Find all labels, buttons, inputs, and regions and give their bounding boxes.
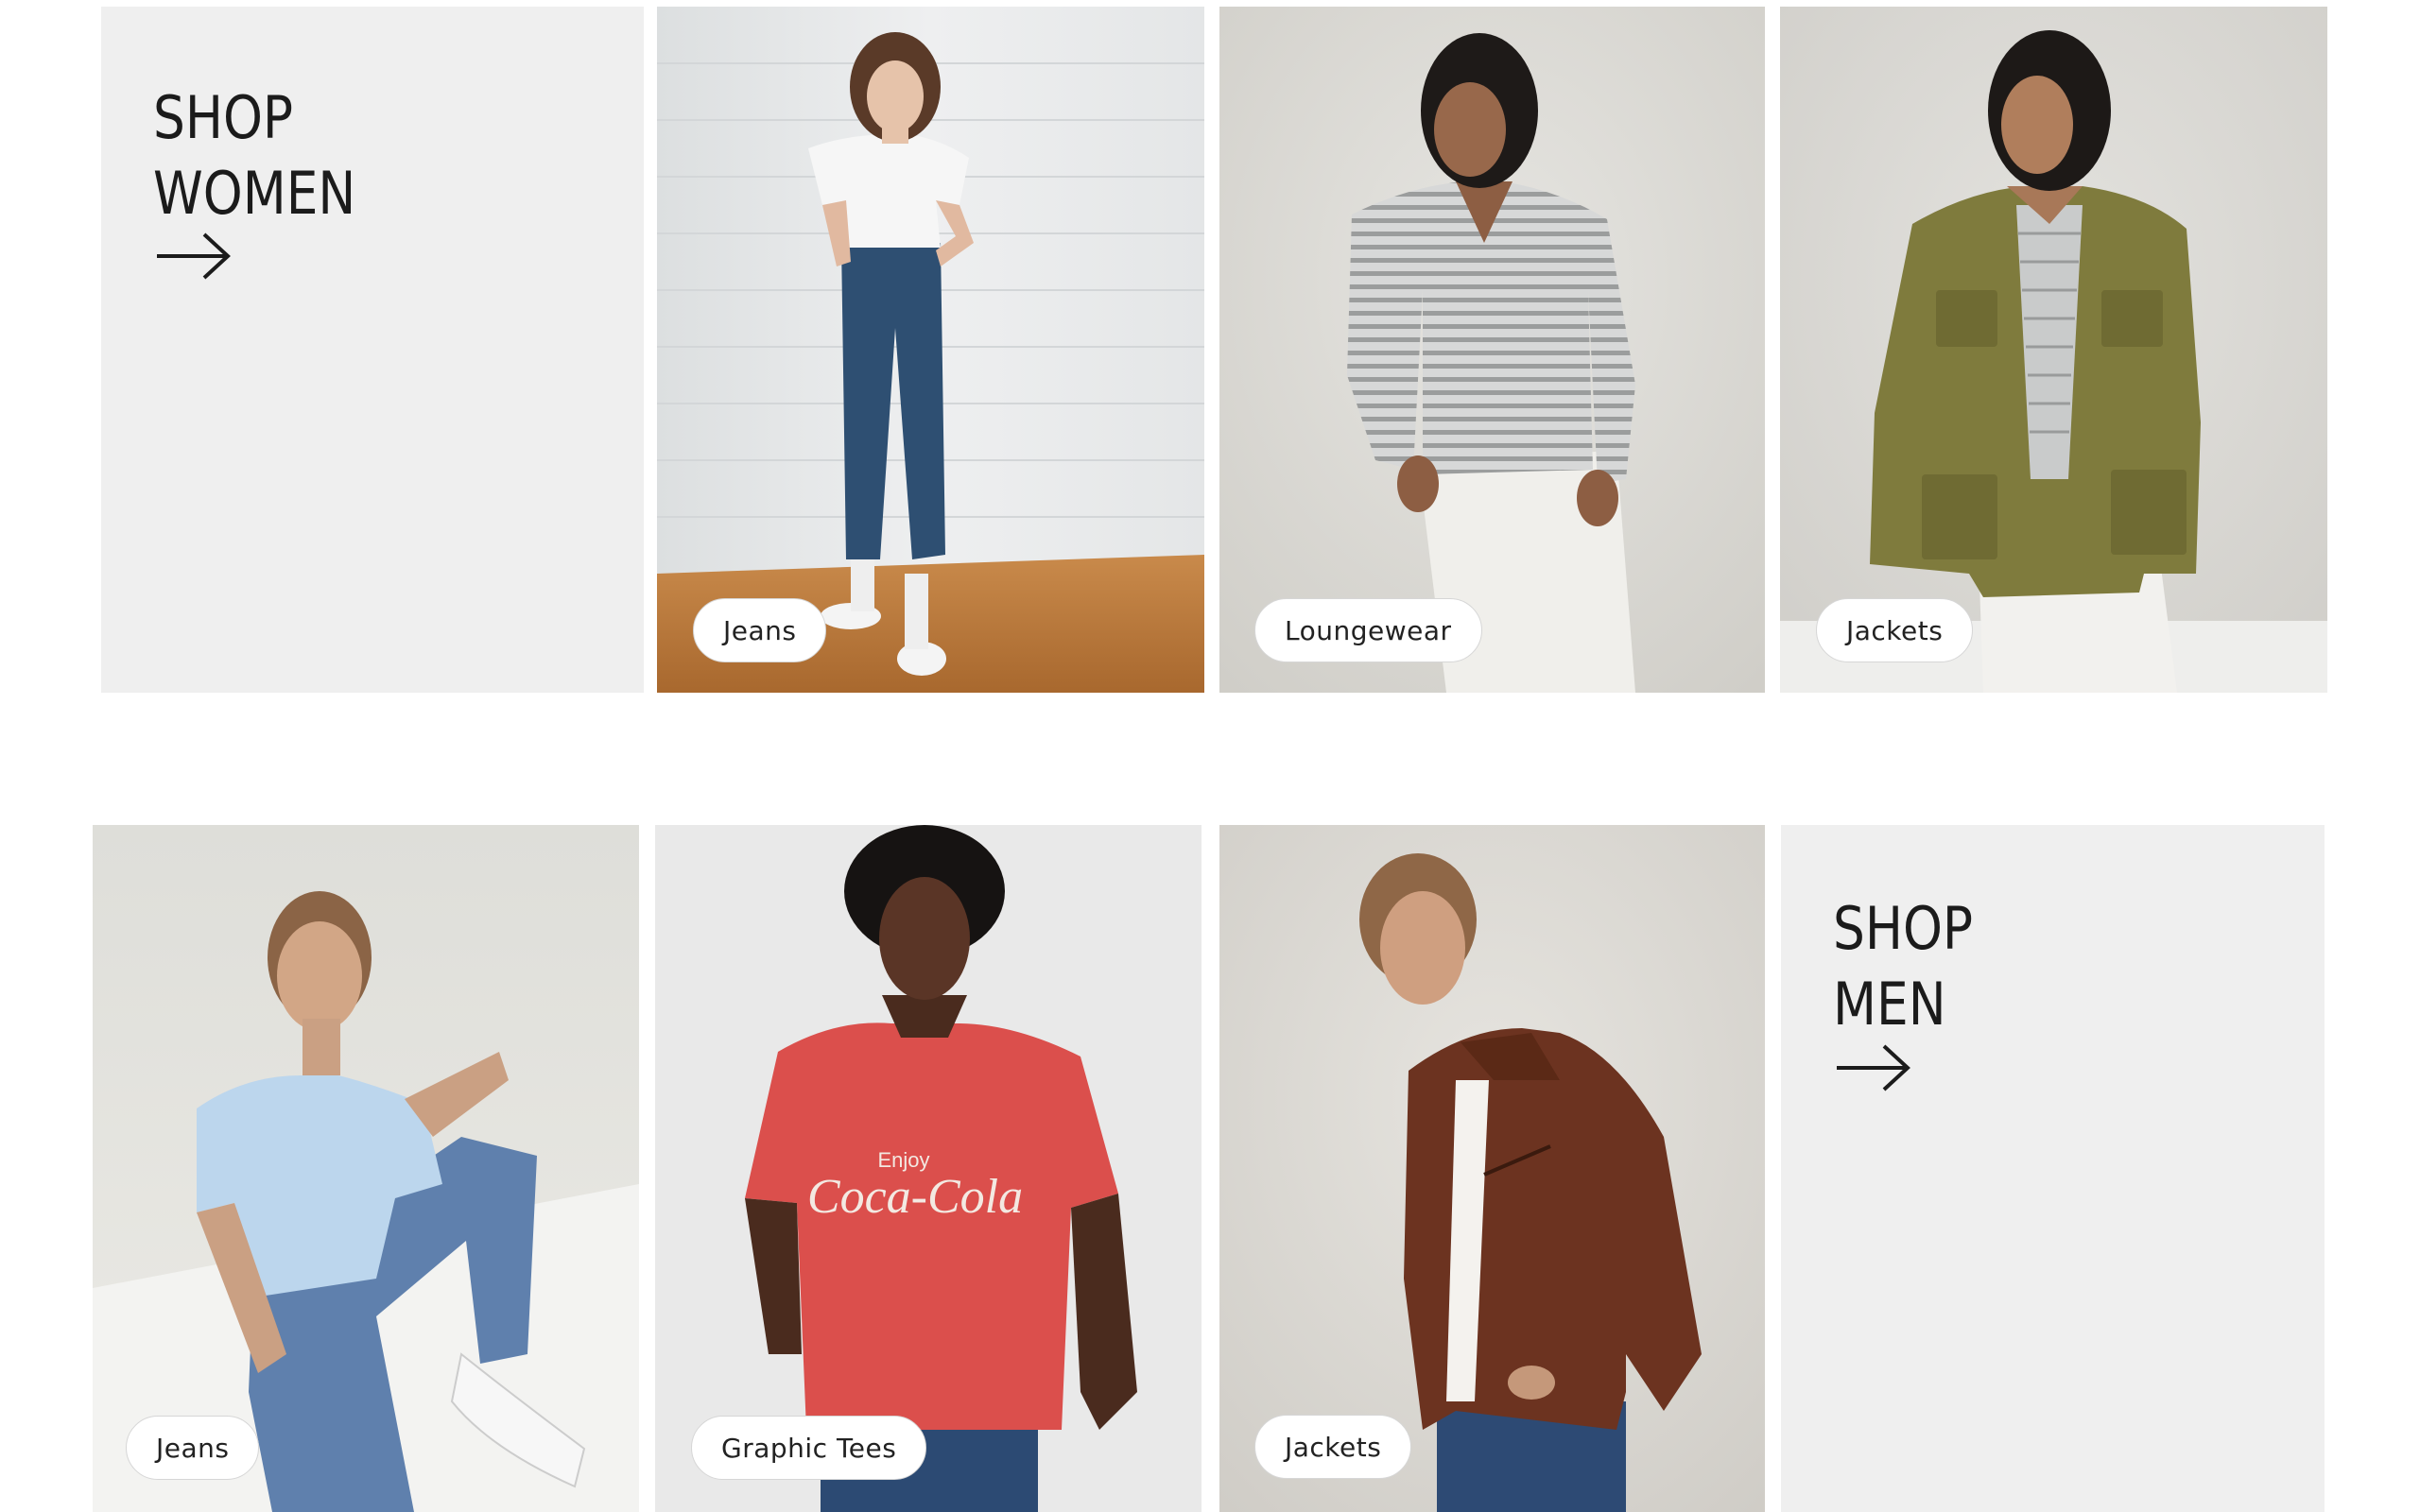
tee-print-enjoy: Enjoy [877,1148,929,1172]
category-pill-men-jackets[interactable]: Jackets [1254,1415,1412,1479]
category-tile-men-graphic-tees[interactable]: Enjoy Coca-Cola Graphic Tees [655,825,1201,1512]
category-pill-women-jeans[interactable]: Jeans [693,598,827,662]
shop-women-title-line2: WOMEN [153,159,356,228]
category-tile-women-loungewear[interactable]: Loungewear [1219,7,1765,693]
men-jeans-photo [93,825,639,1512]
tee-print-coca-cola: Coca-Cola [807,1170,1023,1224]
shop-men-title-line2: MEN [1833,970,1946,1039]
arrow-right-icon [157,232,231,280]
shop-men-title: SHOP MEN [1833,891,1973,1042]
category-pill-men-jeans[interactable]: Jeans [126,1416,260,1480]
shop-men-card[interactable]: SHOP MEN [1781,825,2325,1512]
category-tile-women-jackets[interactable]: Jackets [1780,7,2327,693]
category-pill-men-graphic-tees[interactable]: Graphic Tees [691,1416,927,1480]
shop-men-title-line1: SHOP [1833,894,1974,963]
women-jackets-photo [1780,7,2327,693]
category-pill-women-jackets[interactable]: Jackets [1816,598,1974,662]
shop-women-title-line1: SHOP [153,83,294,152]
category-tile-men-jeans[interactable]: Jeans [93,825,639,1512]
women-jeans-photo [657,7,1204,693]
arrow-right-icon [1837,1044,1910,1091]
women-loungewear-photo [1219,7,1765,693]
shop-women-title: SHOP WOMEN [153,80,355,232]
shop-women-card[interactable]: SHOP WOMEN [101,7,644,693]
men-jackets-photo [1219,825,1765,1512]
category-tile-men-jackets[interactable]: Jackets [1219,825,1765,1512]
category-tile-women-jeans[interactable]: Jeans [657,7,1204,693]
men-graphic-tees-photo: Enjoy Coca-Cola [655,825,1201,1512]
category-pill-women-loungewear[interactable]: Loungewear [1254,598,1482,662]
